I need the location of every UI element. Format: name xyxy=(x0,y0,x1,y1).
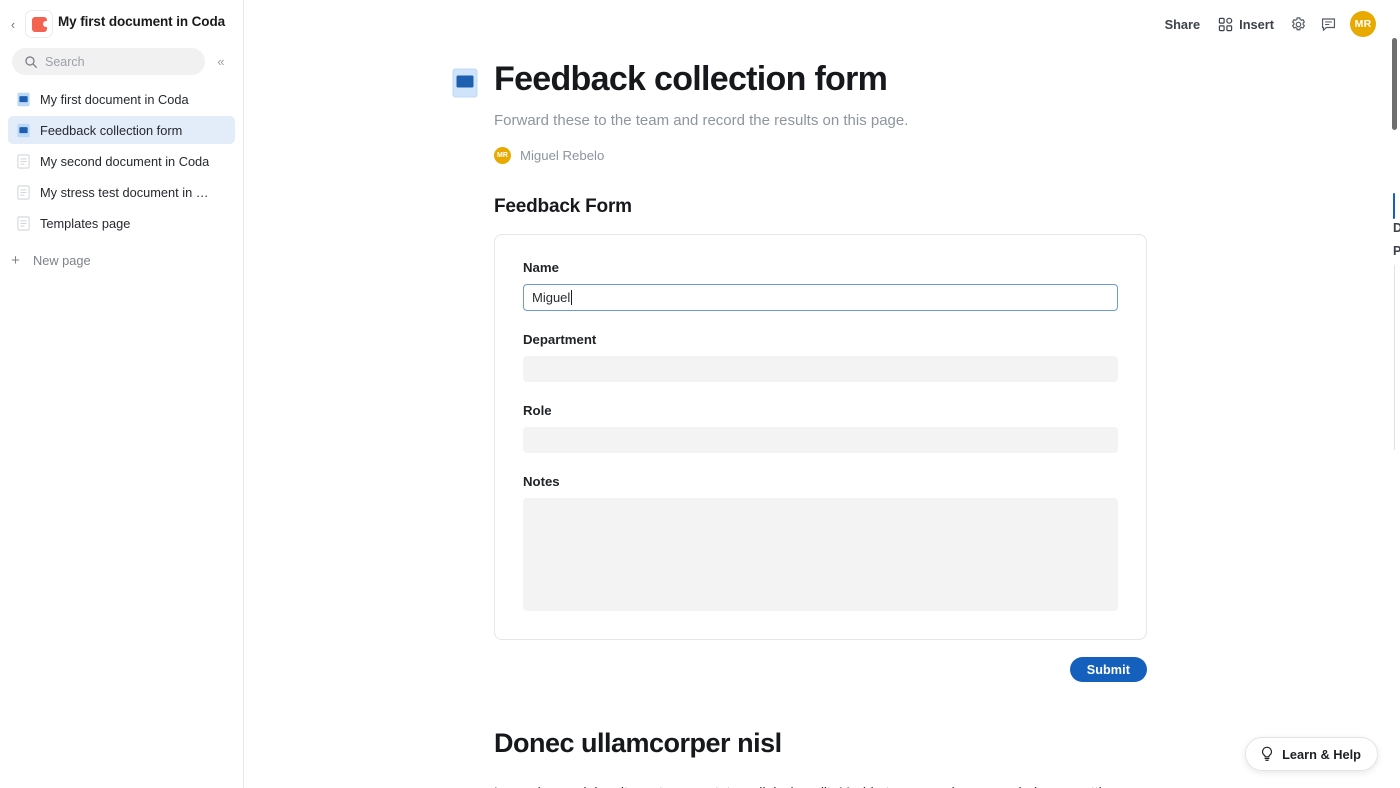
insert-button[interactable]: Insert xyxy=(1209,9,1283,39)
sidebar-search-row: Search « xyxy=(0,44,243,79)
field-label: Role xyxy=(523,403,552,418)
field-label: Name xyxy=(523,260,559,275)
comment-icon xyxy=(1321,17,1335,31)
vertical-scrollbar-thumb[interactable] xyxy=(1392,38,1397,130)
search-placeholder: Search xyxy=(45,54,85,69)
page-author: MR Miguel Rebelo xyxy=(494,147,1117,164)
field-label: Notes xyxy=(523,474,560,489)
page-title[interactable]: Feedback collection form xyxy=(494,58,888,100)
sidebar-page-item[interactable]: My second document in Coda xyxy=(8,147,235,175)
sidebar-page-item[interactable]: My first document in Coda xyxy=(8,85,235,113)
insert-label: Insert xyxy=(1239,16,1274,32)
doc-page-icon xyxy=(17,184,30,200)
sidebar-page-label: Templates page xyxy=(40,215,131,231)
field-label: Department xyxy=(523,332,597,347)
author-avatar[interactable]: MR xyxy=(494,147,511,164)
card-page-icon xyxy=(17,123,30,137)
text-caret xyxy=(571,290,573,305)
page-title-row: Feedback collection form xyxy=(452,0,1117,100)
submit-button[interactable]: Submit xyxy=(1069,657,1147,682)
new-page-button[interactable]: + New page xyxy=(0,246,243,274)
feedback-form-card: Name Miguel Department Role Notes xyxy=(494,234,1147,640)
sidebar-page-label: Feedback collection form xyxy=(40,122,183,138)
learn-and-help-label: Learn & Help xyxy=(1282,746,1361,762)
user-avatar[interactable]: MR xyxy=(1350,11,1376,37)
body-paragraph[interactable]: Lorem ipsum dolor sit amet, consectetur … xyxy=(494,781,1139,788)
document-content-column: Feedback collection form Forward these t… xyxy=(452,0,1147,788)
card-page-icon xyxy=(452,68,478,98)
form-heading: Feedback Form xyxy=(494,196,632,217)
plus-icon: + xyxy=(11,251,20,269)
new-page-label: New page xyxy=(33,252,91,268)
doc-page-icon xyxy=(17,215,30,231)
top-toolbar: Share Insert MR xyxy=(1156,0,1400,48)
grid-insert-icon xyxy=(1218,17,1233,31)
settings-button[interactable] xyxy=(1283,9,1313,39)
back-button[interactable]: ‹ xyxy=(6,10,20,38)
sidebar-page-list: My first document in Coda Feedback collec… xyxy=(0,79,243,237)
sidebar-doc-header: ‹ My first document in Coda xyxy=(0,0,243,44)
sidebar-doc-title[interactable]: My first document in Coda xyxy=(58,10,225,32)
lightbulb-icon xyxy=(1262,746,1272,761)
search-input[interactable]: Search xyxy=(12,48,205,75)
author-name: Miguel Rebelo xyxy=(520,148,605,163)
comments-button[interactable] xyxy=(1313,9,1343,39)
coda-logo-icon[interactable] xyxy=(26,11,52,37)
gear-icon xyxy=(1291,16,1305,30)
share-label: Share xyxy=(1164,16,1201,32)
share-button[interactable]: Share xyxy=(1156,9,1210,39)
name-input[interactable]: Miguel xyxy=(523,284,1118,311)
collapse-sidebar-button[interactable]: « xyxy=(209,50,233,74)
name-input-value: Miguel xyxy=(532,290,571,305)
sidebar-page-item[interactable]: Feedback collection form xyxy=(8,116,235,144)
learn-and-help-button[interactable]: Learn & Help xyxy=(1245,737,1378,771)
document-main: Share Insert MR Feedback collection form… xyxy=(244,0,1400,788)
coda-app-window: ‹ My first document in Coda Search « My … xyxy=(0,0,1400,788)
doc-page-icon xyxy=(17,153,30,169)
sidebar-page-item[interactable]: My stress test document in … xyxy=(8,178,235,206)
sidebar-page-label: My stress test document in … xyxy=(40,184,209,200)
role-input[interactable] xyxy=(523,427,1118,453)
card-page-icon xyxy=(17,92,30,106)
vertical-scrollbar-track[interactable] xyxy=(1389,0,1400,788)
page-subtitle[interactable]: Forward these to the team and record the… xyxy=(494,110,1117,132)
document-scroll-area: Feedback collection form Forward these t… xyxy=(244,0,1400,788)
department-input[interactable] xyxy=(523,356,1118,382)
body-heading[interactable]: Donec ullamcorper nisl xyxy=(494,728,1117,759)
sidebar-page-label: My second document in Coda xyxy=(40,153,210,169)
sidebar-page-label: My first document in Coda xyxy=(40,91,189,107)
sidebar-page-item[interactable]: Templates page xyxy=(8,209,235,237)
sidebar: ‹ My first document in Coda Search « My … xyxy=(0,0,244,788)
submit-row: Submit xyxy=(494,657,1147,682)
notes-textarea[interactable] xyxy=(523,498,1118,611)
search-icon xyxy=(25,55,37,68)
